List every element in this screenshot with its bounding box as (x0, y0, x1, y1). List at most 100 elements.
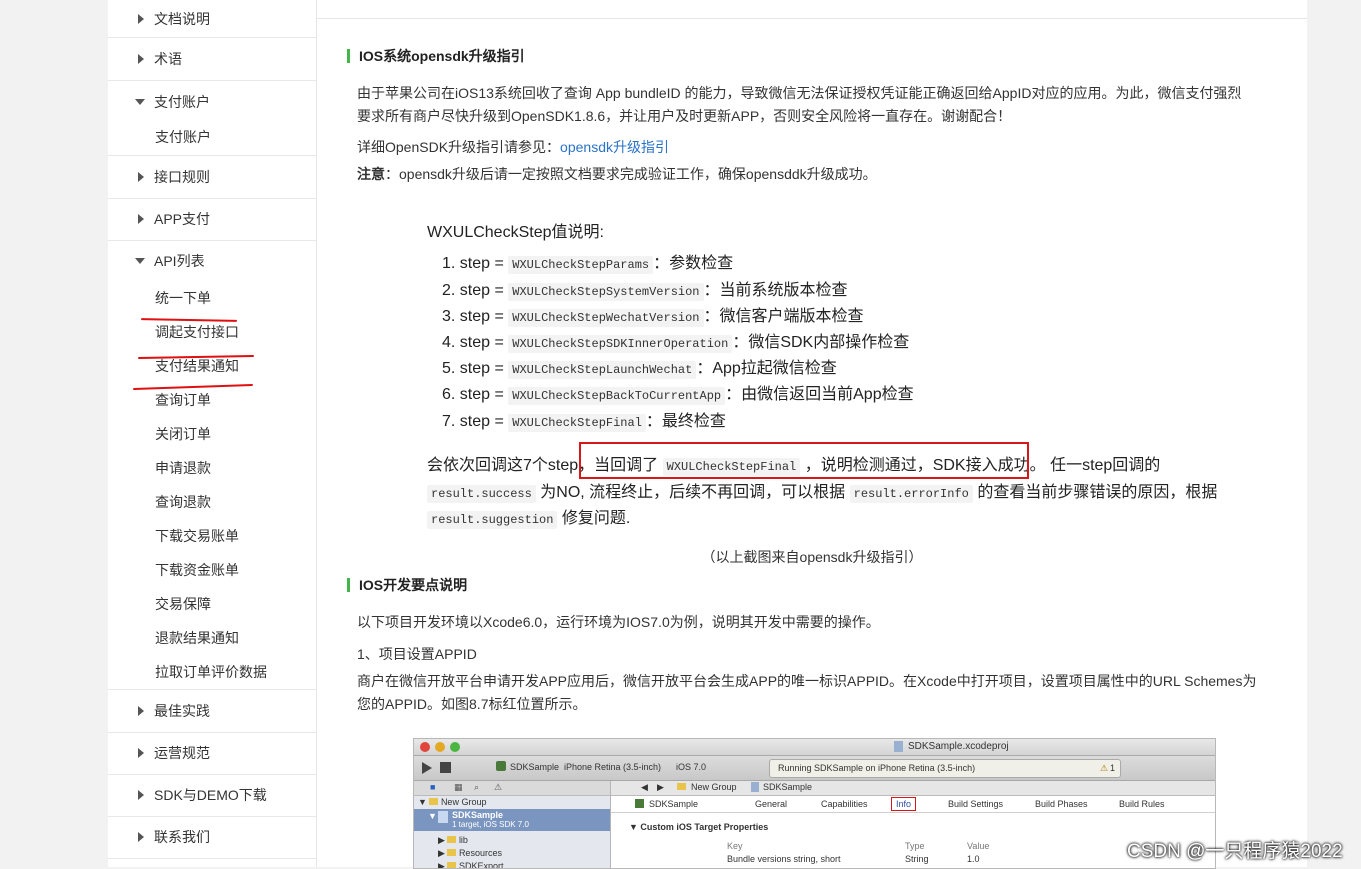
callback-line-2: result.success 为NO, 流程终止，后续不再回调，可以根据 res… (427, 478, 1218, 503)
search-icon[interactable]: ⌕ (474, 782, 479, 793)
opensdk-guide-link[interactable]: opensdk升级指引 (560, 139, 669, 155)
tab-build-rules[interactable]: Build Rules (1119, 799, 1165, 809)
step-desc: ：微信SDK内部操作检查 (732, 334, 910, 351)
target-selector[interactable]: SDKSample (649, 799, 698, 809)
step-num: 3. step = (442, 308, 504, 325)
tree-label: SDKExport (458, 861, 504, 869)
step-item: 5. step = WXULCheckStepLaunchWechat ：App拉… (442, 359, 837, 380)
sidebar-item-sdk-demo[interactable]: SDK与DEMO下载 (108, 774, 316, 817)
sidebar-subitem-refund-notify[interactable]: 退款结果通知 (155, 626, 239, 650)
issue-icon[interactable]: ⚠ (494, 782, 502, 793)
xcodeproj-file-icon (894, 741, 903, 752)
screenshot-heading: WXULCheckStep值说明: (427, 224, 604, 241)
sidebar-item-docs[interactable]: 文档说明 (108, 0, 316, 38)
step-code: WXULCheckStepParams (508, 256, 654, 274)
tree-group-row[interactable]: ▼ New Group (418, 797, 486, 807)
sidebar-subitem-close-order[interactable]: 关闭订单 (155, 422, 211, 446)
sidebar-subitem-invoke-pay[interactable]: 调起支付接口 (155, 320, 239, 344)
jump-bar: ◀ ▶ New Group SDKSample (611, 781, 1215, 796)
tab-build-phases[interactable]: Build Phases (1035, 799, 1088, 809)
tab-info[interactable]: Info (891, 797, 917, 811)
sidebar-item-label: APP支付 (154, 211, 211, 227)
screenshot-caption: （以上截图来自opensdk升级指引） (701, 549, 923, 565)
sidebar-item-operation-rules[interactable]: 运营规范 (108, 732, 316, 775)
step-num: 6. step = (442, 386, 504, 403)
step-item: 1. step = WXULCheckStepParams ：参数检查 (442, 254, 733, 275)
sidebar-subitem-unified-order[interactable]: 统一下单 (155, 286, 211, 310)
step-desc: ：最终检查 (645, 413, 726, 430)
activity-view: Running SDKSample on iPhone Retina (3.5-… (769, 759, 1121, 778)
paragraph-line: 您的APPID。如图8.7标红位置所示。 (357, 696, 587, 712)
chevron-right-icon (138, 832, 144, 842)
step-code: WXULCheckStepSDKInnerOperation (508, 335, 733, 353)
sidebar-item-terms[interactable]: 术语 (108, 38, 316, 81)
scheme-label[interactable]: SDKSample (510, 762, 559, 772)
sidebar-subitem-query-order[interactable]: 查询订单 (155, 388, 211, 412)
tree-item[interactable]: ▶ lib (438, 835, 468, 846)
sidebar-item-app-pay[interactable]: APP支付 (108, 198, 316, 241)
xcode-navigator: ■ ▦ ⌕ ⚠ ▼ New Group ▼ SDKSample 1 target… (414, 781, 611, 869)
sidebar-subitem-trade-guarantee[interactable]: 交易保障 (155, 592, 211, 616)
folder-icon (677, 783, 686, 790)
jump-group[interactable]: New Group (691, 782, 737, 792)
sidebar-subitem-refund[interactable]: 申请退款 (155, 456, 211, 480)
folder-icon (447, 862, 457, 868)
tab-capabilities[interactable]: Capabilities (821, 799, 868, 809)
step-item: 2. step = WXULCheckStepSystemVersion ：当前系… (442, 281, 848, 302)
sidebar-item-interface-rules[interactable]: 接口规则 (108, 156, 316, 199)
step-code: WXULCheckStepSystemVersion (508, 283, 704, 301)
sidebar-subitem-download-fund-bill[interactable]: 下载资金账单 (155, 558, 239, 582)
step-num: 2. step = (442, 282, 504, 299)
chevron-right-icon (138, 54, 144, 64)
step-desc: ：微信客户端版本检查 (703, 308, 864, 325)
tree-sublabel: 1 target, iOS SDK 7.0 (452, 820, 529, 829)
sidebar-item-label: 接口规则 (154, 169, 210, 185)
close-icon (420, 742, 430, 752)
step-num: 4. step = (442, 334, 504, 351)
chevron-right-icon (138, 748, 144, 758)
os-label[interactable]: iOS 7.0 (676, 762, 706, 772)
paragraph: 以下项目开发环境以Xcode6.0，运行环境为IOS7.0为例，说明其开发中需要… (357, 614, 880, 630)
column-value: Value (967, 841, 990, 851)
sidebar-item-best-practice[interactable]: 最佳实践 (108, 690, 316, 733)
jump-file[interactable]: SDKSample (763, 782, 812, 792)
step-code: WXULCheckStepLaunchWechat (508, 361, 697, 379)
xcode-titlebar: SDKSample.xcodeproj (414, 739, 1215, 756)
step-desc: ：参数检查 (653, 255, 734, 272)
tree-item[interactable]: ▶ Resources (438, 848, 502, 859)
plist-key[interactable]: Bundle versions string, short (727, 854, 841, 864)
folder-icon[interactable]: ■ (430, 782, 435, 792)
plist-type[interactable]: String (905, 854, 929, 864)
text: 修复问题. (561, 510, 631, 527)
paragraph-line: 由于苹果公司在iOS13系统回收了查询 App bundleID 的能力，导致微… (357, 85, 1242, 101)
section-header[interactable]: ▼ Custom iOS Target Properties (629, 822, 768, 832)
tab-general[interactable]: General (755, 799, 787, 809)
plist-value[interactable]: 1.0 (967, 854, 980, 864)
tree-label: Resources (458, 848, 502, 858)
forward-icon[interactable]: ▶ (657, 782, 664, 793)
symbol-icon[interactable]: ▦ (454, 782, 463, 793)
app-icon (635, 799, 644, 808)
chevron-down-icon (135, 258, 145, 264)
sidebar-subitem-order-review[interactable]: 拉取订单评价数据 (155, 660, 267, 684)
sidebar-subitem-pay-account[interactable]: 支付账户 (155, 125, 211, 149)
step-desc: ：由微信返回当前App检查 (725, 386, 914, 403)
back-icon[interactable]: ◀ (641, 782, 648, 793)
tree-project-row[interactable]: ▼ SDKSample 1 target, iOS SDK 7.0 (414, 809, 610, 831)
device-label[interactable]: iPhone Retina (3.5-inch) (564, 762, 661, 772)
tree-item[interactable]: ▶ SDKExport (438, 861, 504, 869)
tab-build-settings[interactable]: Build Settings (948, 799, 1003, 809)
sidebar-item-label: 术语 (154, 51, 182, 67)
section-title-ios-dev: IOS开发要点说明 (347, 578, 467, 592)
sidebar-item-contact[interactable]: 联系我们 (108, 816, 316, 859)
sidebar-subitem-download-bill[interactable]: 下载交易账单 (155, 524, 239, 548)
text: 的查看当前步骤错误的原因，根据 (977, 484, 1218, 501)
sidebar-item-api-list[interactable]: API列表 (108, 240, 316, 282)
sidebar-item-pay-account[interactable]: 支付账户 (108, 81, 316, 123)
folder-icon (447, 849, 457, 856)
tree-label: SDKSample (452, 810, 504, 820)
sidebar-subitem-query-refund[interactable]: 查询退款 (155, 490, 211, 514)
chevron-down-icon (135, 99, 145, 105)
main-content: IOS系统opensdk升级指引 由于苹果公司在iOS13系统回收了查询 App… (317, 0, 1307, 869)
step-item: 4. step = WXULCheckStepSDKInnerOperation… (442, 333, 909, 354)
